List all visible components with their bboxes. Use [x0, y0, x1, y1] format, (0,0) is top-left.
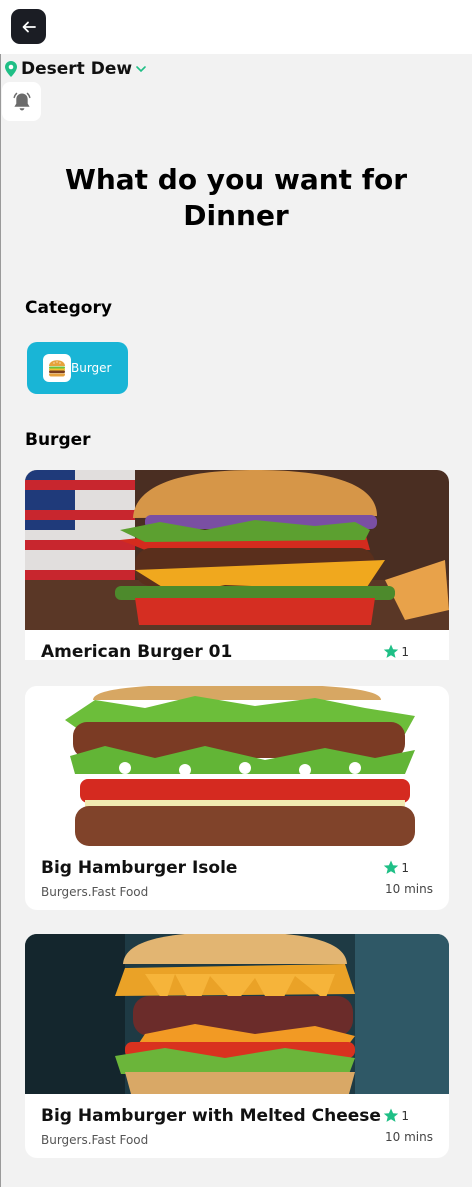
food-rating: 1 [383, 1108, 409, 1123]
bell-icon [13, 92, 30, 110]
arrow-left-icon [22, 21, 36, 32]
food-image [25, 934, 449, 1094]
page-title: What do you want for Dinner [64, 163, 408, 232]
rating-value: 1 [401, 1108, 409, 1123]
food-title: Big Hamburger Isole [41, 858, 238, 878]
food-rating: 1 [383, 860, 409, 875]
food-image [25, 470, 449, 630]
location-pin-icon [5, 61, 17, 77]
food-card[interactable]: Big Hamburger Isole Burgers.Fast Food 1 … [25, 686, 449, 910]
food-card[interactable]: Big Hamburger with Melted Cheese Burgers… [25, 934, 449, 1158]
back-button[interactable] [11, 9, 46, 44]
location-name: Desert Dew [21, 59, 133, 79]
location-selector[interactable]: Desert Dew [4, 58, 147, 80]
delivery-time: 10 mins [385, 882, 433, 896]
star-icon [384, 1108, 399, 1122]
page-border [0, 54, 1, 1187]
food-image [25, 686, 449, 846]
notification-button[interactable] [2, 82, 41, 121]
food-subtitle: Burgers.Fast Food [41, 1133, 149, 1147]
star-icon [384, 644, 399, 658]
burger-list-heading: Burger [25, 430, 91, 450]
delivery-time: 10 mins [385, 1130, 433, 1144]
burger-icon [43, 354, 71, 382]
food-rating: 1 [383, 644, 409, 659]
rating-value: 1 [401, 644, 409, 659]
food-title: Big Hamburger with Melted Cheese [41, 1106, 381, 1126]
chevron-down-icon [136, 66, 146, 73]
category-heading: Category [25, 298, 112, 318]
food-subtitle: Burgers.Fast Food [41, 885, 149, 899]
rating-value: 1 [401, 860, 409, 875]
category-chip-burger[interactable]: Burger [27, 342, 128, 394]
star-icon [384, 860, 399, 874]
food-card[interactable]: American Burger 01 1 [25, 470, 449, 660]
food-title: American Burger 01 [41, 642, 233, 660]
category-chip-label: Burger [71, 361, 112, 375]
top-bar [0, 0, 472, 54]
